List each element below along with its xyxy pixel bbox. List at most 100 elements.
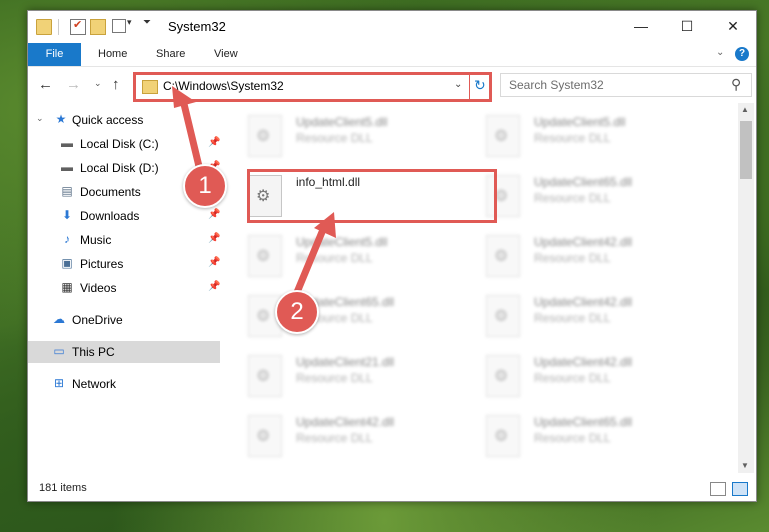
refresh-icon[interactable]: ↻ [474, 77, 486, 94]
sidebar-item-local-disk-c[interactable]: ▬ Local Disk (C:) 📌 [28, 133, 220, 155]
ribbon-tabs: File Home Share View ⌄ ? [28, 43, 756, 67]
file-tile[interactable]: UpdateClient42.dll Resource DLL [460, 227, 690, 277]
scroll-up-icon[interactable]: ▲ [741, 105, 749, 114]
sidebar-item-label: Pictures [80, 257, 124, 271]
folder-icon [142, 80, 158, 94]
scrollbar-thumb[interactable] [740, 121, 752, 179]
pin-icon[interactable]: 📌 [208, 137, 220, 148]
computer-icon: ▭ [53, 344, 65, 358]
star-icon: ★ [55, 112, 67, 126]
sidebar-item-label: Videos [80, 281, 117, 295]
recent-locations-button[interactable]: ⌄ [94, 78, 102, 89]
file-name: UpdateClient5.dll [296, 235, 388, 249]
file-name: UpdateClient65.dll [534, 175, 633, 189]
sidebar-item-this-pc[interactable]: ▭ This PC [28, 341, 220, 363]
scroll-down-icon[interactable]: ▼ [741, 461, 749, 470]
properties-icon[interactable] [70, 18, 86, 35]
details-view-icon[interactable] [710, 482, 726, 496]
file-name: UpdateClient42.dll [296, 415, 395, 429]
file-type: Resource DLL [534, 191, 611, 205]
chevron-down-icon[interactable]: ▾ [127, 17, 132, 28]
large-icons-view-icon[interactable] [732, 482, 748, 496]
pin-icon[interactable]: 📌 [208, 233, 220, 244]
divider [469, 75, 470, 99]
tab-share[interactable]: Share [144, 43, 197, 66]
navigation-bar: ← → ⌄ ↑ C:\Windows\System32 ⌄ ↻ Search S… [28, 68, 756, 102]
dll-file-icon [248, 355, 282, 397]
file-type: Resource DLL [296, 251, 373, 265]
vertical-scrollbar[interactable]: ▲ ▼ [738, 103, 754, 473]
chevron-down-icon[interactable]: ⌄ [36, 113, 44, 124]
forward-button[interactable]: → [66, 76, 81, 93]
dll-file-icon [248, 415, 282, 457]
pictures-icon: ▣ [61, 256, 73, 270]
up-button[interactable]: ↑ [112, 76, 120, 93]
search-input[interactable]: Search System32 ⚲ [500, 73, 752, 97]
network-icon: ⊞ [53, 376, 65, 390]
tab-file[interactable]: File [28, 43, 81, 66]
callout-badge-1: 1 [183, 164, 227, 208]
sidebar-item-pictures[interactable]: ▣ Pictures 📌 [28, 253, 220, 275]
file-type: Resource DLL [296, 371, 373, 385]
help-icon[interactable]: ? [735, 47, 749, 61]
file-type: Resource DLL [534, 251, 611, 265]
file-tile[interactable]: UpdateClient5.dll Resource DLL [222, 107, 452, 157]
file-tile[interactable]: UpdateClient21.dll Resource DLL [222, 347, 452, 397]
pin-icon[interactable]: 📌 [208, 257, 220, 268]
sidebar-item-label: Local Disk (D:) [80, 161, 159, 175]
file-name: UpdateClient5.dll [296, 115, 388, 129]
sidebar-item-quick-access[interactable]: ⌄ ★ Quick access [28, 109, 220, 131]
title-bar: ▾ ⏷ System32 — ☐ ✕ [28, 11, 756, 43]
file-tile[interactable]: UpdateClient65.dll Resource DLL [460, 407, 690, 457]
callout-badge-2: 2 [275, 290, 319, 334]
sidebar-item-videos[interactable]: ▦ Videos 📌 [28, 277, 220, 299]
sidebar-item-label: OneDrive [72, 313, 123, 327]
file-tile[interactable]: UpdateClient42.dll Resource DLL [460, 287, 690, 337]
sidebar-item-label: This PC [72, 345, 115, 359]
file-type: Resource DLL [296, 431, 373, 445]
drive-icon: ▬ [61, 160, 73, 174]
file-tile[interactable]: UpdateClient5.dll Resource DLL [222, 227, 452, 277]
sidebar-item-label: Music [80, 233, 112, 247]
file-tile[interactable]: UpdateClient65.dll Resource DLL [222, 287, 452, 337]
sidebar-item-label: Downloads [80, 209, 140, 223]
tab-view[interactable]: View [202, 43, 250, 66]
expand-ribbon-icon[interactable]: ⌄ [716, 47, 724, 58]
address-path[interactable]: C:\Windows\System32 [163, 79, 284, 93]
maximize-button[interactable]: ☐ [664, 11, 710, 41]
chevron-down-icon[interactable]: ⌄ [454, 79, 462, 90]
sidebar-item-music[interactable]: ♪ Music 📌 [28, 229, 220, 251]
dll-file-icon [486, 115, 520, 157]
address-bar[interactable]: C:\Windows\System32 ⌄ ↻ [133, 72, 492, 102]
videos-icon: ▦ [61, 280, 73, 294]
sidebar-item-onedrive[interactable]: ☁ OneDrive [28, 309, 220, 331]
new-folder-icon[interactable] [90, 19, 106, 35]
sidebar-item-label: Local Disk (C:) [80, 137, 159, 151]
sidebar-item-network[interactable]: ⊞ Network [28, 373, 220, 395]
file-type: Resource DLL [534, 311, 611, 325]
folder-icon [36, 19, 52, 35]
view-icon[interactable] [112, 19, 126, 33]
sidebar-item-downloads[interactable]: ⬇ Downloads 📌 [28, 205, 220, 227]
file-tile[interactable]: UpdateClient42.dll Resource DLL [222, 407, 452, 457]
search-placeholder: Search System32 [509, 78, 604, 92]
item-count: 181 items [39, 482, 87, 494]
file-name: UpdateClient5.dll [534, 115, 626, 129]
pin-icon[interactable]: 📌 [208, 209, 220, 220]
dll-file-icon [486, 415, 520, 457]
file-list: UpdateClient5.dll Resource DLL UpdateCli… [222, 103, 738, 473]
dll-file-icon [486, 295, 520, 337]
tab-home[interactable]: Home [86, 43, 139, 66]
close-button[interactable]: ✕ [710, 11, 756, 41]
file-tile[interactable]: UpdateClient5.dll Resource DLL [460, 107, 690, 157]
minimize-button[interactable]: — [618, 11, 664, 41]
search-icon[interactable]: ⚲ [731, 76, 741, 93]
file-tile[interactable]: UpdateClient42.dll Resource DLL [460, 347, 690, 397]
sidebar-item-label: Quick access [72, 113, 144, 127]
dll-file-icon [486, 235, 520, 277]
pin-icon[interactable]: 📌 [208, 281, 220, 292]
back-button[interactable]: ← [38, 76, 53, 93]
customize-quick-access-icon[interactable]: ⏷ [143, 17, 151, 28]
file-type: Resource DLL [534, 371, 611, 385]
sidebar-item-label: Documents [80, 185, 141, 199]
